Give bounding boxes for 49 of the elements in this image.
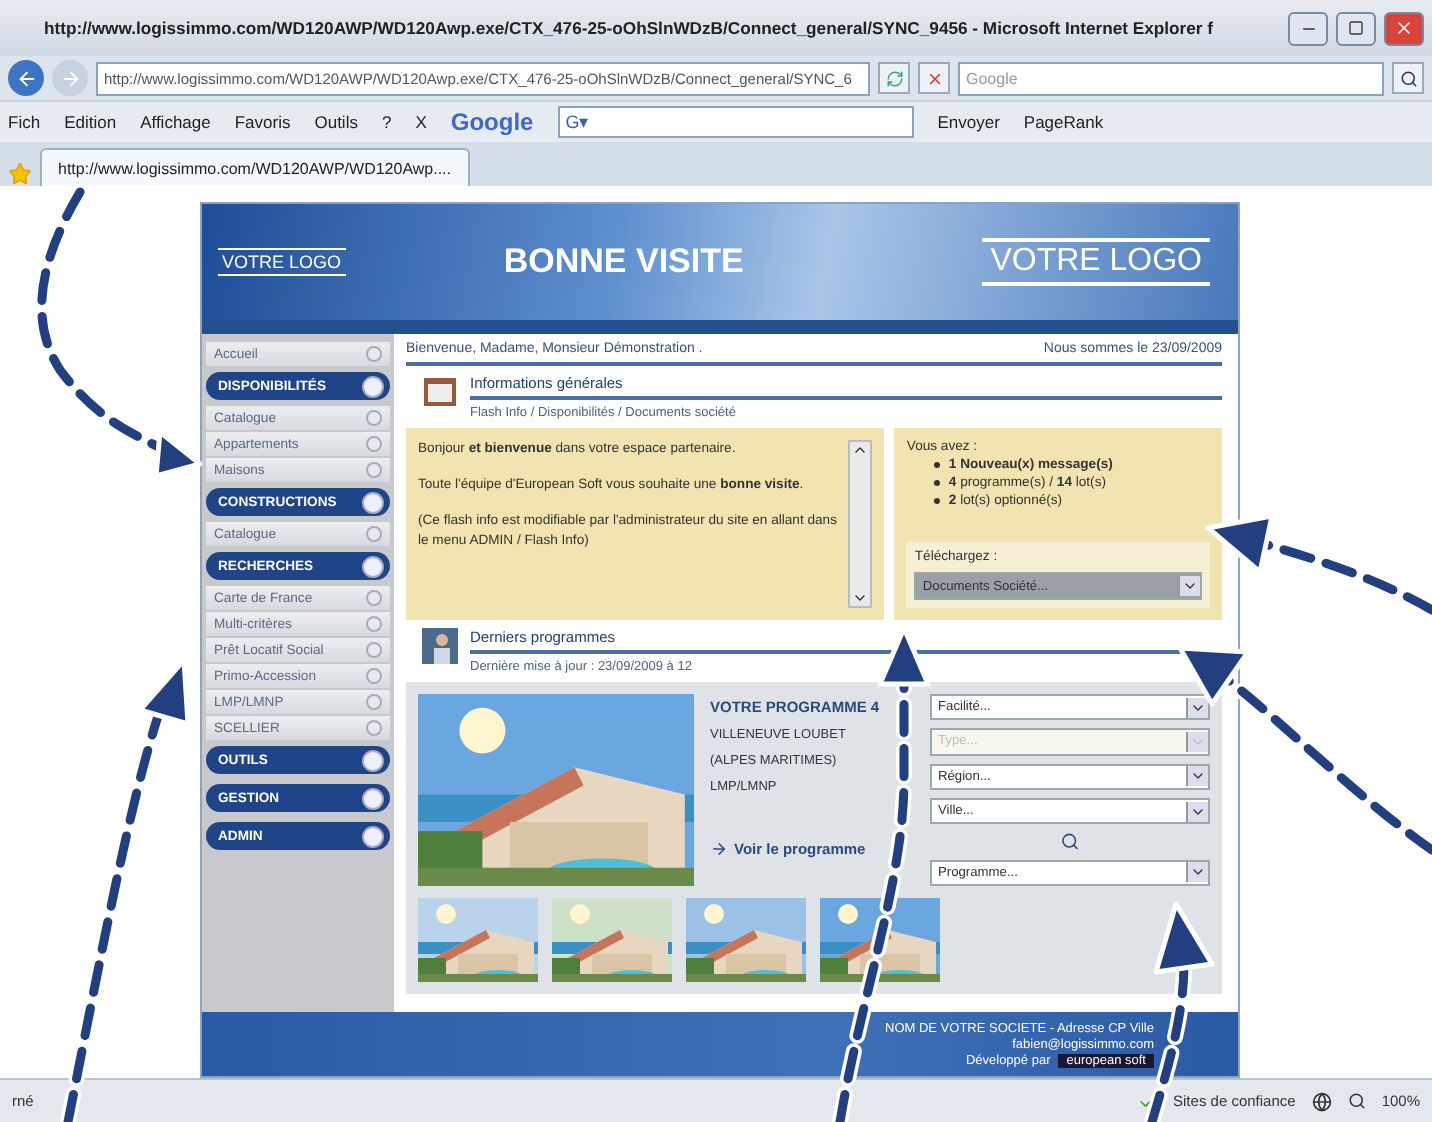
search-icon[interactable] (1060, 832, 1080, 852)
menu-item[interactable]: ? (381, 112, 392, 132)
logo: VOTRE LOGO (982, 238, 1210, 286)
send-menu[interactable]: Envoyer (937, 112, 1000, 132)
pagerank-menu[interactable]: PageRank (1023, 112, 1104, 132)
scroll-up-icon[interactable] (852, 442, 869, 458)
caret-icon (1186, 801, 1208, 822)
refresh-button[interactable] (878, 62, 910, 94)
maximize-button[interactable] (1336, 11, 1376, 45)
bullet-icon (934, 480, 941, 486)
browser-tab[interactable]: http://www.logissimmo.com/WD120AWP/WD120Awp.... (40, 148, 469, 186)
menu-item[interactable]: Fich (8, 112, 41, 132)
caret-icon (1186, 766, 1208, 787)
close-icon (1394, 18, 1414, 38)
scrollbar[interactable] (848, 440, 873, 608)
person-icon (422, 628, 458, 664)
back-button[interactable] (8, 60, 44, 96)
minimize-button[interactable] (1288, 11, 1328, 45)
menu-item[interactable]: Affichage (140, 112, 211, 132)
globe-icon[interactable] (1311, 1091, 1332, 1111)
bullet-icon (934, 498, 941, 504)
forward-arrow-icon (59, 67, 81, 89)
caret-icon (1186, 862, 1208, 883)
scroll-down-icon[interactable] (852, 590, 869, 606)
menu-item[interactable]: Outils (314, 112, 358, 132)
google-logo: Google (450, 108, 534, 136)
caret-icon (1178, 576, 1200, 596)
close-button[interactable] (1384, 11, 1424, 45)
zoom-icon[interactable] (1347, 1092, 1366, 1110)
caret-icon (1186, 697, 1208, 718)
caret-icon (1186, 731, 1208, 752)
favorites-star-icon[interactable] (8, 162, 32, 186)
arrow-icon (710, 840, 728, 858)
site-title: BONNE VISITE (503, 242, 744, 282)
window-title: http://www.logissimmo.com/WD120AWP/WD120Awp.exe/CTX_476-25-oOhSlnWDzB/Connect_general/SYNC_9456 - Microsoft Internet Explorer f (44, 18, 1215, 38)
toolbar-close[interactable]: X (415, 112, 427, 132)
logo: VOTRE LOGO (218, 248, 346, 276)
maximize-icon (1348, 20, 1364, 36)
stop-icon (925, 69, 943, 87)
bullet-icon (934, 462, 941, 468)
search-button[interactable] (1392, 62, 1424, 94)
google-search-field[interactable]: G▾ (557, 106, 914, 138)
menu-item[interactable]: Edition (64, 112, 117, 132)
menu-item[interactable]: Favoris (234, 112, 291, 132)
notepad-icon (422, 374, 458, 410)
search-icon (1399, 69, 1417, 87)
back-arrow-icon (15, 67, 37, 89)
refresh-icon (885, 69, 903, 87)
stop-button[interactable] (918, 62, 950, 94)
